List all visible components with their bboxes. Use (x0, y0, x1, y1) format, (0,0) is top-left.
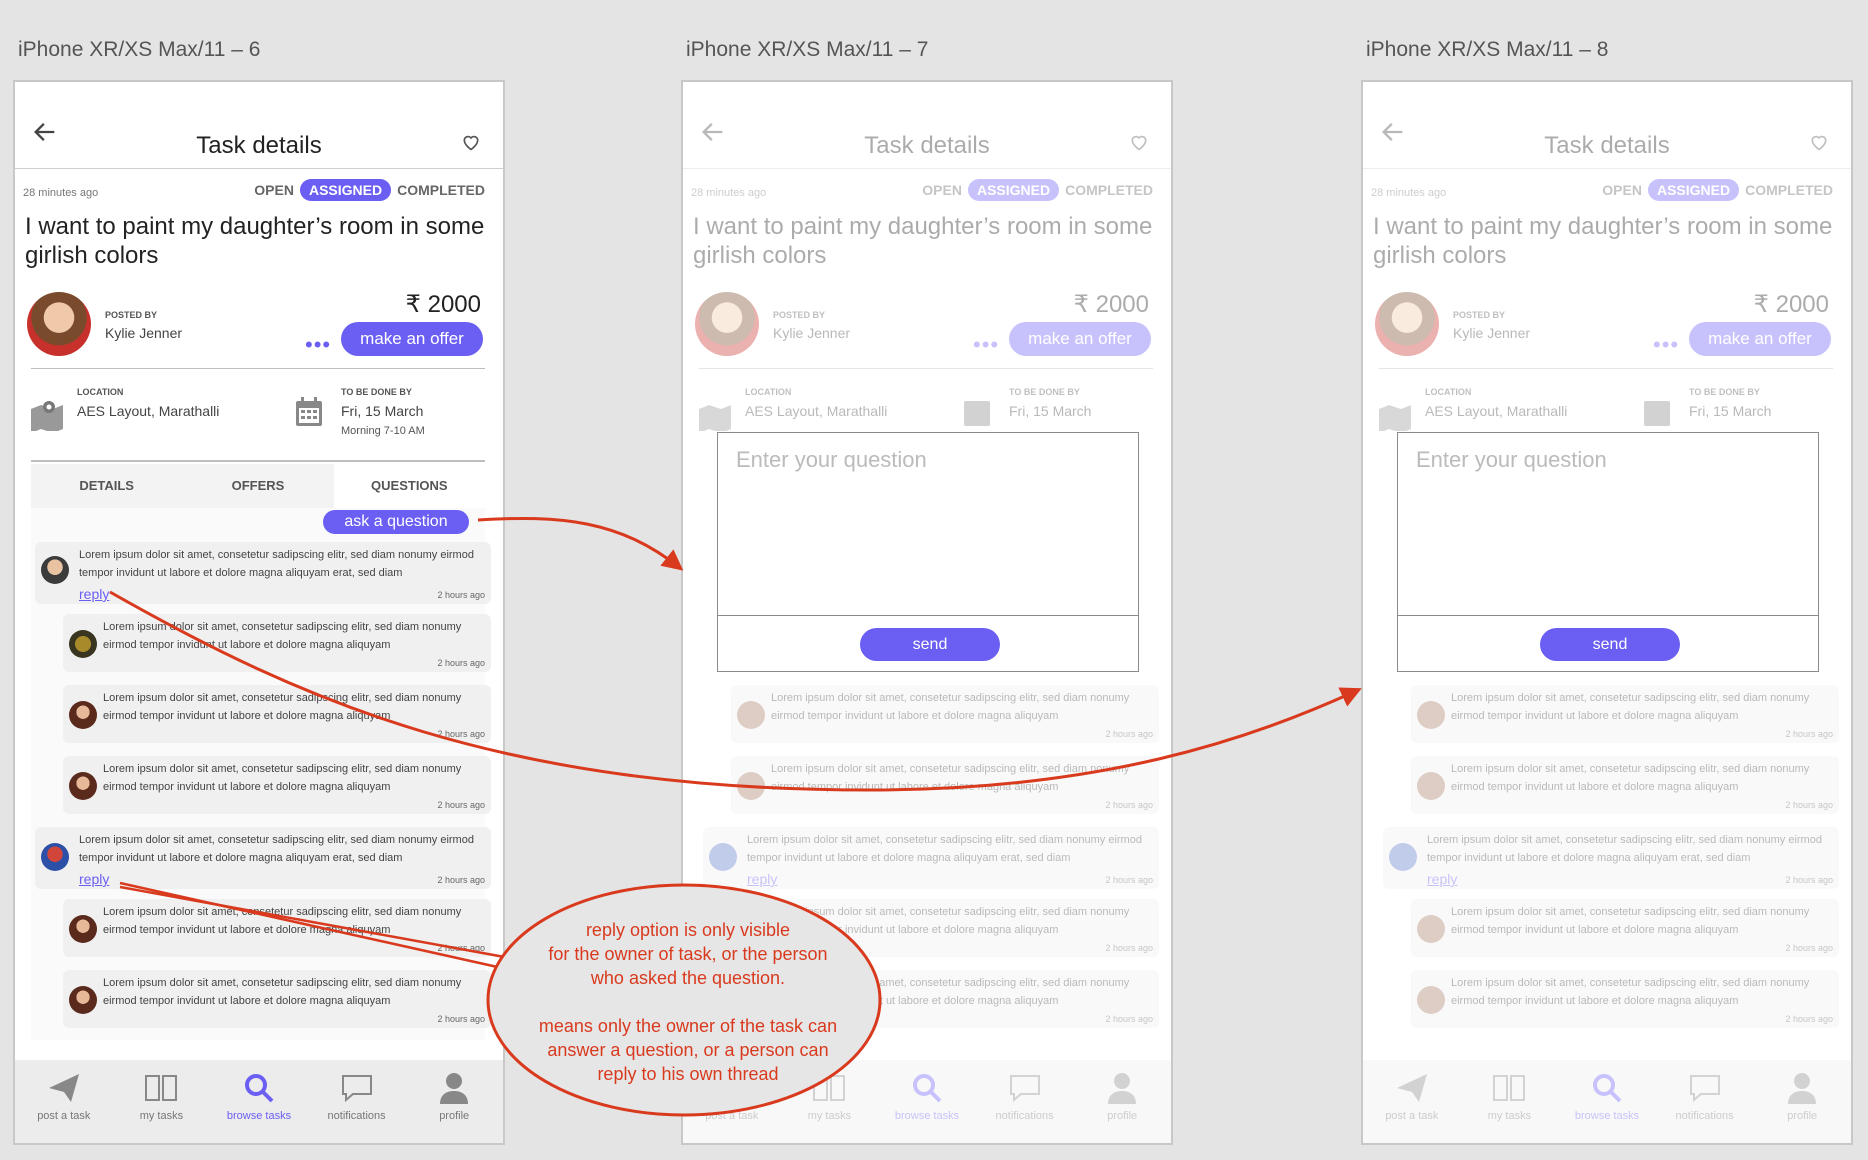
callout-line (119, 881, 521, 974)
note-line: reply option is only visible (585, 920, 791, 940)
annotation-note: reply option is only visible for the own… (488, 918, 888, 1086)
flow-arrow-ask (477, 516, 684, 571)
flow-annotations (109, 516, 1362, 1117)
note-line: who asked the question. (590, 968, 786, 988)
flow-arrow-reply (109, 590, 1362, 792)
note-line: reply to his own thread (597, 1064, 779, 1084)
callout-line (119, 885, 511, 960)
note-spacer (488, 990, 888, 1014)
note-line: for the owner of task, or the person (548, 944, 828, 964)
note-line: answer a question, or a person can (547, 1040, 829, 1060)
note-line: means only the owner of the task can (538, 1016, 838, 1036)
